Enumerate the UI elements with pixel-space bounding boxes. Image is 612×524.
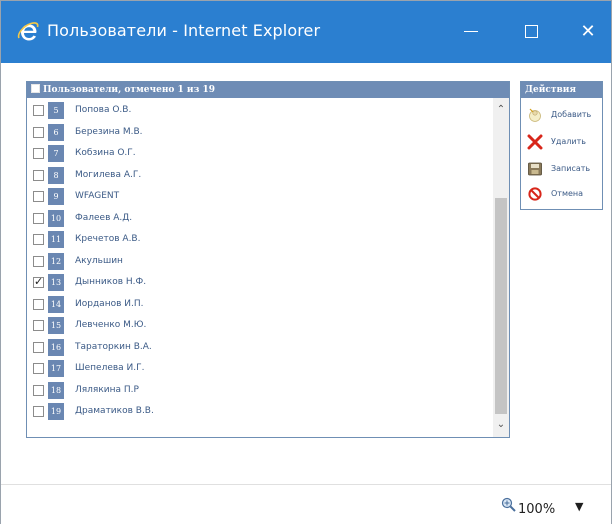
actions-panel-title: Действия: [521, 82, 602, 98]
list-item[interactable]: 6 Березина М.В.: [27, 123, 493, 143]
row-checkbox[interactable]: [33, 406, 44, 417]
list-item[interactable]: 12 Акульшин: [27, 252, 493, 272]
row-checkbox[interactable]: [33, 148, 44, 159]
row-number-badge: 15: [48, 317, 64, 334]
minimize-button[interactable]: [457, 17, 485, 45]
user-name-link[interactable]: Иорданов И.П.: [75, 299, 143, 309]
row-checkbox[interactable]: [33, 191, 44, 202]
list-item[interactable]: 17 Шепелева И.Г.: [27, 359, 493, 379]
list-item[interactable]: 19 Драматиков В.В.: [27, 402, 493, 422]
browser-window: Пользователи - Internet Explorer ✕ Польз…: [0, 0, 612, 524]
internet-explorer-icon: [17, 22, 39, 41]
row-number-badge: 19: [48, 403, 64, 420]
row-checkbox[interactable]: [33, 126, 44, 138]
list-item[interactable]: 11 Кречетов А.В.: [27, 230, 493, 250]
row-number-badge: 12: [48, 252, 64, 270]
user-name-link[interactable]: Лялякина П.Р: [75, 385, 139, 395]
row-checkbox[interactable]: [33, 255, 44, 267]
row-number-badge: 11: [48, 231, 64, 248]
cancel-button[interactable]: Отмена: [527, 185, 603, 205]
add-user-icon: [529, 108, 541, 122]
row-number-badge: 18: [48, 381, 64, 399]
users-scrollbar[interactable]: ⌃ ⌄: [493, 98, 509, 437]
close-button[interactable]: ✕: [574, 17, 602, 45]
maximize-button[interactable]: [517, 17, 545, 45]
status-bar: 100% ▼: [1, 484, 611, 524]
cancel-button-label: Отмена: [551, 189, 584, 198]
user-name-link[interactable]: Кречетов А.В.: [75, 234, 140, 244]
list-item[interactable]: 9 WFAGENT: [27, 187, 493, 207]
delete-button-label: Удалить: [551, 137, 586, 146]
user-name-link[interactable]: Фалеев А.Д.: [75, 213, 132, 223]
list-item[interactable]: 8 Могилева А.Г.: [27, 166, 493, 186]
user-name-link[interactable]: Тараторкин В.А.: [75, 342, 152, 352]
row-number-badge: 17: [48, 360, 64, 377]
row-checkbox[interactable]: [33, 320, 44, 331]
row-number-badge: 16: [48, 338, 64, 356]
users-panel-header: Пользователи, отмечено 1 из 19: [27, 82, 509, 98]
user-name-link[interactable]: WFAGENT: [75, 191, 119, 201]
add-button[interactable]: Добавить: [527, 106, 603, 126]
delete-button[interactable]: Удалить: [527, 133, 603, 153]
scroll-down-chevron-icon[interactable]: ⌄: [493, 417, 509, 433]
user-name-link[interactable]: Акульшин: [75, 256, 123, 266]
row-number-badge: 9: [48, 188, 64, 205]
maximize-icon: [524, 24, 538, 38]
window-title: Пользователи - Internet Explorer: [47, 21, 321, 40]
user-name-link[interactable]: Попова О.В.: [75, 105, 131, 115]
user-name-link[interactable]: Драматиков В.В.: [75, 406, 154, 416]
select-all-checkbox[interactable]: [31, 84, 40, 93]
row-checkbox[interactable]: [33, 275, 44, 288]
save-icon: [528, 162, 542, 176]
list-item[interactable]: 18 Лялякина П.Р: [27, 381, 493, 401]
user-name-link[interactable]: Могилева А.Г.: [75, 170, 141, 180]
list-item[interactable]: 13 Дынников Н.Ф.: [27, 273, 493, 293]
close-icon: ✕: [580, 20, 596, 42]
users-panel-title: Пользователи, отмечено 1 из 19: [43, 85, 216, 95]
row-number-badge: 10: [48, 209, 64, 227]
page-content: Пользователи, отмечено 1 из 19 5 Попова О…: [1, 63, 611, 484]
row-checkbox[interactable]: [33, 298, 44, 310]
add-button-label: Добавить: [551, 110, 592, 119]
row-number-badge: 14: [48, 295, 64, 313]
list-item[interactable]: 7 Кобзина О.Г.: [27, 144, 493, 164]
list-item[interactable]: 16 Тараторкин В.А.: [27, 338, 493, 358]
row-checkbox[interactable]: [33, 384, 44, 396]
users-panel: Пользователи, отмечено 1 из 19 5 Попова О…: [26, 81, 510, 438]
save-button[interactable]: Записать: [527, 160, 603, 180]
row-number-badge: 7: [48, 145, 64, 162]
cancel-icon: [528, 187, 542, 201]
zoom-icon[interactable]: [501, 497, 517, 513]
row-checkbox[interactable]: [33, 169, 44, 181]
row-checkbox[interactable]: [33, 234, 44, 245]
user-name-link[interactable]: Березина М.В.: [75, 127, 143, 137]
zoom-level[interactable]: 100%: [518, 502, 555, 517]
users-list: 5 Попова О.В. 6 Березина М.В. 7 Кобзина О.Г. 8…: [27, 98, 493, 437]
user-name-link[interactable]: Дынников Н.Ф.: [75, 277, 146, 287]
delete-icon: [527, 134, 543, 150]
row-checkbox[interactable]: [33, 105, 44, 116]
row-checkbox[interactable]: [33, 341, 44, 353]
minimize-icon: [464, 30, 478, 32]
title-bar[interactable]: Пользователи - Internet Explorer ✕: [1, 1, 611, 63]
user-name-link[interactable]: Шепелева И.Г.: [75, 363, 145, 373]
save-button-label: Записать: [551, 164, 591, 173]
row-number-badge: 13: [48, 274, 64, 291]
user-name-link[interactable]: Левченко М.Ю.: [75, 320, 146, 330]
list-item[interactable]: 5 Попова О.В.: [27, 101, 493, 121]
list-item[interactable]: 14 Иорданов И.П.: [27, 295, 493, 315]
row-number-badge: 5: [48, 102, 64, 119]
user-name-link[interactable]: Кобзина О.Г.: [75, 148, 136, 158]
scroll-thumb[interactable]: [495, 198, 507, 414]
row-number-badge: 8: [48, 166, 64, 184]
list-item[interactable]: 10 Фалеев А.Д.: [27, 209, 493, 229]
zoom-dropdown-icon[interactable]: ▼: [575, 500, 583, 513]
actions-panel: Действия Добавить Удалить Записать Отмен…: [520, 81, 603, 210]
row-checkbox[interactable]: [33, 363, 44, 374]
list-item[interactable]: 15 Левченко М.Ю.: [27, 316, 493, 336]
row-checkbox[interactable]: [33, 212, 44, 224]
row-number-badge: 6: [48, 123, 64, 141]
scroll-up-chevron-icon[interactable]: ⌃: [493, 102, 509, 118]
